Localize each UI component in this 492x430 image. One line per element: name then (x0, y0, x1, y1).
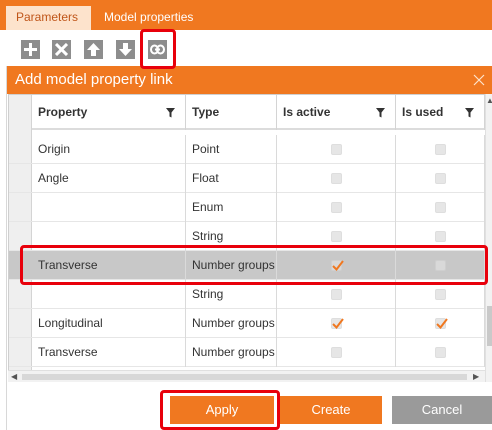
move-down-icon (119, 43, 132, 56)
cell-property[interactable] (32, 222, 186, 251)
cell-property[interactable]: Origin (32, 135, 186, 164)
cell-type[interactable]: Point (186, 135, 277, 164)
cell-property[interactable]: Transverse (32, 251, 186, 280)
delete-button[interactable] (52, 40, 71, 59)
is-used-checkbox[interactable] (434, 231, 446, 242)
cell-is-used (396, 338, 485, 367)
table-row[interactable]: Transverse Number groups (9, 338, 485, 367)
move-down-button[interactable] (116, 40, 135, 59)
is-active-checkbox[interactable] (330, 318, 344, 330)
cell-property[interactable] (32, 193, 186, 222)
horizontal-scroll-thumb[interactable] (22, 374, 467, 380)
dialog-footer: Apply Create Cancel (7, 382, 492, 430)
cell-type[interactable]: String (186, 280, 277, 309)
is-used-checkbox[interactable] (434, 260, 446, 271)
cell-property[interactable] (32, 280, 186, 309)
apply-button[interactable]: Apply (170, 396, 274, 424)
cell-is-active (277, 164, 396, 193)
dialog-title-bar: Add model property link (7, 66, 492, 94)
cell-is-active (277, 222, 396, 251)
is-active-checkbox[interactable] (330, 347, 342, 358)
link-icon (150, 44, 165, 55)
add-button[interactable] (21, 40, 40, 59)
is-active-checkbox[interactable] (330, 202, 342, 213)
toolbar (0, 30, 492, 66)
cell-type[interactable]: Number groups (186, 251, 277, 280)
cell-property[interactable]: Longitudinal (32, 309, 186, 338)
is-used-checkbox[interactable] (434, 173, 446, 184)
cell-is-used (396, 280, 485, 309)
cell-type[interactable]: Float (186, 164, 277, 193)
is-used-checkbox[interactable] (434, 144, 446, 155)
cell-is-active (277, 251, 396, 280)
cell-property[interactable]: Angle (32, 164, 186, 193)
table-row[interactable]: Origin Point (9, 135, 485, 164)
cell-is-used (396, 222, 485, 251)
cell-is-active (277, 280, 396, 309)
row-indicator-header (9, 95, 32, 130)
cell-is-active (277, 309, 396, 338)
horizontal-scrollbar[interactable]: ◀ ▶ (8, 370, 485, 382)
table-row[interactable]: Longitudinal Number groups (9, 309, 485, 338)
dialog-title: Add model property link (15, 71, 173, 88)
close-icon[interactable] (471, 72, 487, 88)
is-active-checkbox[interactable] (330, 231, 342, 242)
column-header-label: Is active (283, 105, 331, 119)
move-up-icon (87, 43, 100, 56)
cell-type[interactable]: String (186, 222, 277, 251)
cell-type[interactable]: Number groups (186, 338, 277, 367)
add-model-property-link-dialog: Add model property link Property Type Is… (6, 66, 492, 430)
cell-type[interactable]: Enum (186, 193, 277, 222)
cancel-button[interactable]: Cancel (392, 396, 492, 424)
link-button[interactable] (148, 40, 167, 59)
cell-is-active (277, 193, 396, 222)
grid-header: Property Type Is active Is used (9, 95, 485, 130)
filter-icon[interactable] (166, 108, 175, 118)
column-header-label: Property (38, 105, 88, 119)
column-header-property[interactable]: Property (32, 95, 186, 130)
column-header-label: Is used (402, 105, 444, 119)
is-active-checkbox[interactable] (330, 144, 342, 155)
is-active-checkbox[interactable] (330, 260, 344, 272)
filter-icon[interactable] (465, 108, 474, 118)
column-header-is-active[interactable]: Is active (277, 95, 396, 130)
column-header-type[interactable]: Type (186, 95, 277, 130)
cell-is-active (277, 338, 396, 367)
tab-model-properties[interactable]: Model properties (94, 6, 203, 30)
cell-is-active (277, 135, 396, 164)
vertical-scrollbar[interactable]: ▲ (485, 94, 492, 382)
is-used-checkbox[interactable] (434, 289, 446, 300)
is-used-checkbox[interactable] (434, 202, 446, 213)
column-header-label: Type (192, 105, 220, 119)
table-row[interactable]: Enum (9, 193, 485, 222)
cell-is-used (396, 251, 485, 280)
move-up-button[interactable] (84, 40, 103, 59)
add-icon (24, 43, 37, 56)
tab-parameters[interactable]: Parameters (6, 6, 91, 30)
table-row[interactable]: Transverse Number groups (9, 251, 485, 280)
cell-is-used (396, 193, 485, 222)
is-active-checkbox[interactable] (330, 289, 342, 300)
filter-icon[interactable] (376, 108, 385, 118)
table-row[interactable]: String (9, 222, 485, 251)
column-header-is-used[interactable]: Is used (396, 95, 485, 130)
table-row[interactable]: Angle Float (9, 164, 485, 193)
cell-type[interactable]: Number groups (186, 309, 277, 338)
delete-icon (55, 43, 68, 56)
scroll-left-icon[interactable]: ◀ (11, 372, 17, 382)
scroll-up-icon[interactable]: ▲ (486, 96, 492, 106)
create-button[interactable]: Create (280, 396, 382, 424)
is-active-checkbox[interactable] (330, 173, 342, 184)
vertical-scroll-thumb[interactable] (487, 306, 492, 346)
cell-is-used (396, 309, 485, 338)
cell-is-used (396, 135, 485, 164)
is-used-checkbox[interactable] (434, 318, 448, 330)
cell-property[interactable]: Transverse (32, 338, 186, 367)
table-row[interactable]: String (9, 280, 485, 309)
property-grid: Property Type Is active Is used Origin Po… (8, 94, 485, 382)
tab-bar: Parameters Model properties (0, 0, 492, 30)
cell-is-used (396, 164, 485, 193)
is-used-checkbox[interactable] (434, 347, 446, 358)
scroll-right-icon[interactable]: ▶ (473, 372, 479, 382)
